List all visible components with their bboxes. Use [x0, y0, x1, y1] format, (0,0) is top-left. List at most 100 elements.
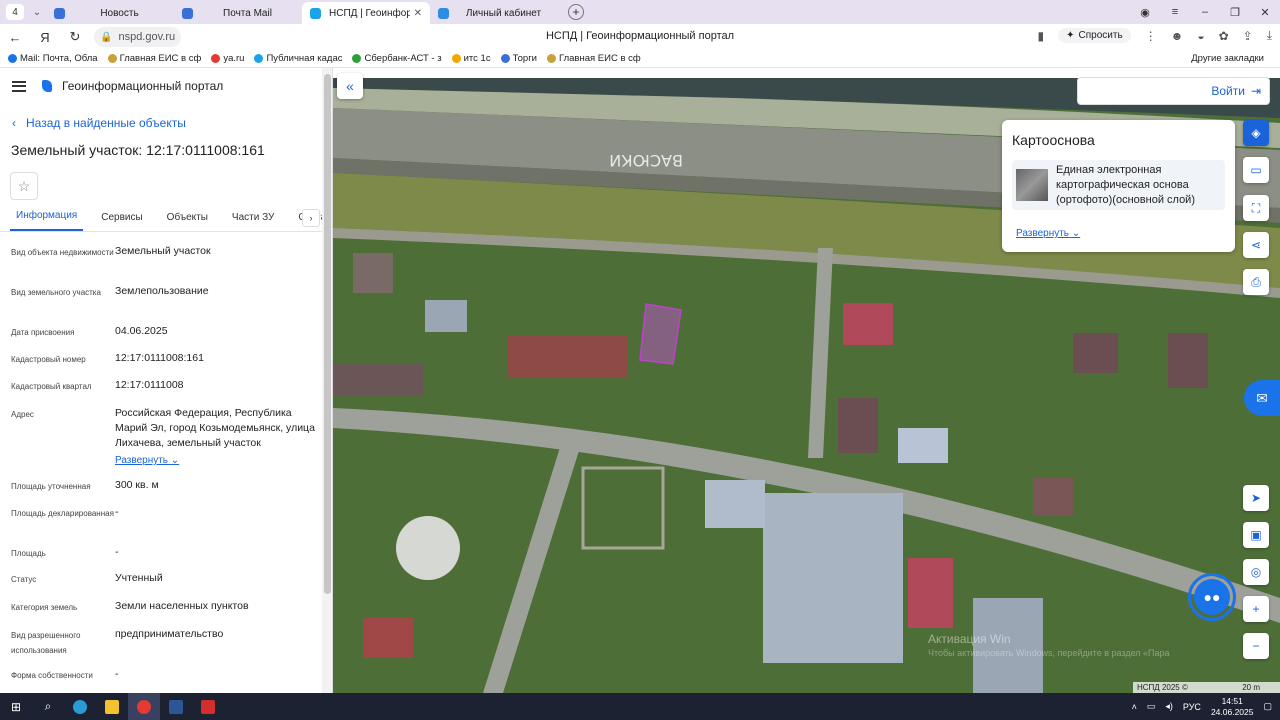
list-item: Форма собственности -	[11, 668, 119, 680]
chevron-down-icon: ⌄	[170, 455, 180, 466]
network-icon[interactable]: ▭	[1147, 701, 1156, 712]
building-red-roof-2	[908, 558, 953, 628]
minimap-button[interactable]: ▣	[1243, 522, 1269, 548]
basemap-card: Картооснова Единая электронная картограф…	[1002, 120, 1235, 252]
tab-objects[interactable]: Объекты	[161, 212, 214, 231]
windows-start-icon[interactable]: ⊞	[0, 693, 32, 720]
bookmark-pkk[interactable]: Публичная кадас	[254, 53, 342, 64]
bookmark-mail[interactable]: Mail: Почта, Обла	[8, 53, 98, 64]
tab-counter[interactable]: 4	[6, 4, 24, 20]
yandex-icon[interactable]: Я	[30, 30, 60, 45]
tab-list-chevron-icon[interactable]: ⌄	[28, 4, 46, 20]
hamburger-menu-icon[interactable]	[12, 80, 26, 92]
zoom-out-button[interactable]: −	[1243, 633, 1269, 659]
reload-icon[interactable]: ↻	[60, 29, 90, 45]
chat-bubble-icon: ✉	[1256, 389, 1268, 406]
bookmark-eis[interactable]: Главная ЕИС в сф	[107, 53, 201, 64]
clock[interactable]: 14:51 24.06.2025	[1211, 696, 1254, 718]
volume-icon[interactable]: ◂)	[1165, 701, 1173, 712]
list-item: Статус Учтенный	[11, 572, 163, 584]
notifications-icon[interactable]: ▢	[1263, 701, 1272, 712]
back-arrow-icon[interactable]: ←	[0, 30, 30, 45]
basemap-layer-item[interactable]: Единая электронная картографическая осно…	[1012, 160, 1225, 210]
edge-icon[interactable]	[64, 693, 96, 720]
bookmark-sberbank[interactable]: Сбербанк-АСТ - з	[352, 53, 442, 64]
tab-close-icon[interactable]: ✕	[414, 8, 422, 19]
minimize-icon[interactable]: –	[1190, 6, 1220, 18]
chevron-down-icon: ⌄	[1071, 228, 1081, 239]
house-roof-4	[1168, 333, 1208, 388]
print-tool-button[interactable]: ⎙	[1243, 269, 1269, 295]
bookmark-torgi[interactable]: Торги	[500, 53, 537, 64]
scrollbar-thumb[interactable]	[324, 74, 331, 594]
extension-icon[interactable]: ☻	[1171, 29, 1184, 43]
layers-tool-button[interactable]: ◈	[1243, 120, 1269, 146]
geolocation-button[interactable]: ◎	[1243, 559, 1269, 585]
minimap-icon: ▣	[1250, 528, 1262, 542]
login-button[interactable]: Войти ⇥	[1077, 77, 1270, 105]
basemap-expand-link[interactable]: Развернуть ⌄	[1016, 228, 1080, 239]
object-info-panel: Геоинформационный портал ‹ Назад в найде…	[0, 68, 333, 693]
file-explorer-icon[interactable]	[96, 693, 128, 720]
panel-header: Геоинформационный портал	[0, 68, 322, 104]
tab-nspd[interactable]: НСПД | Геоинформаци ✕	[302, 2, 430, 24]
more-vertical-icon[interactable]: ⋮	[1145, 29, 1157, 43]
portal-logo-icon	[42, 80, 52, 92]
yandex-browser-icon[interactable]	[128, 693, 160, 720]
share-icon: ⋖	[1250, 238, 1262, 252]
bookmark-eis-icon	[107, 54, 117, 63]
red-court	[363, 618, 413, 658]
search-icon[interactable]: ⌕	[32, 693, 64, 720]
tab-mail[interactable]: Почта Mail	[174, 2, 302, 24]
panel-scrollbar[interactable]	[322, 68, 332, 693]
lock-icon: 🔒	[100, 31, 113, 43]
zoom-in-button[interactable]: +	[1243, 596, 1269, 622]
locate-button[interactable]: ➤	[1243, 485, 1269, 511]
bookmark-its[interactable]: итс 1с	[451, 53, 491, 64]
portal-title: Геоинформационный портал	[62, 79, 224, 93]
bookmark-pkk-icon	[254, 54, 264, 63]
address-expand-link[interactable]: Развернуть ⌄	[115, 453, 315, 468]
support-chat-button[interactable]: ●●	[1188, 573, 1236, 621]
selected-parcel-highlight[interactable]	[639, 303, 682, 365]
list-item: Категория земель Земли населенных пунктов	[11, 600, 249, 612]
tabs-next-chevron-icon[interactable]: ›	[302, 209, 320, 227]
tab-novost[interactable]: Новость	[46, 2, 174, 24]
new-tab-plus-icon[interactable]: +	[568, 4, 584, 20]
tab-cabinet[interactable]: Личный кабинет	[430, 2, 558, 24]
extension-2-icon[interactable]: ◒	[1197, 29, 1204, 43]
other-bookmarks[interactable]: Другие закладки	[1191, 53, 1264, 64]
building-roof-blue	[898, 428, 948, 463]
extension-3-icon[interactable]: ✿	[1219, 29, 1229, 43]
minus-icon: −	[1252, 639, 1260, 653]
collapse-panel-button[interactable]: «	[337, 73, 363, 99]
menu-icon[interactable]: ≡	[1160, 6, 1190, 18]
tab-services[interactable]: Сервисы	[95, 212, 148, 231]
url-field[interactable]: 🔒 nspd.gov.ru	[94, 27, 182, 47]
acrobat-icon[interactable]	[192, 693, 224, 720]
ruler-tool-button[interactable]: ▭	[1243, 157, 1269, 183]
bookmark-ya[interactable]: ya.ru	[211, 53, 244, 64]
list-item: Дата присвоения 04.06.2025	[11, 325, 168, 337]
language-indicator[interactable]: РУС	[1183, 702, 1201, 712]
word-icon[interactable]	[160, 693, 192, 720]
download-icon[interactable]: ⤓	[1267, 28, 1272, 43]
select-area-tool-button[interactable]: ⛶	[1243, 195, 1269, 221]
tab-information[interactable]: Информация	[10, 210, 84, 231]
ask-button[interactable]: ✦ Спросить	[1058, 28, 1131, 43]
profile-icon[interactable]: ◉	[1130, 6, 1160, 19]
close-window-icon[interactable]: ✕	[1250, 6, 1280, 19]
restore-icon[interactable]: ❐	[1220, 6, 1250, 19]
bookmark-eis-2[interactable]: Главная ЕИС в сф	[546, 53, 641, 64]
tab-parts[interactable]: Части ЗУ	[226, 212, 280, 231]
share-tool-button[interactable]: ⋖	[1243, 232, 1269, 258]
favorite-star-icon[interactable]: ☆	[10, 172, 38, 200]
map-attribution: НСПД 2025 © 20 m	[1133, 682, 1280, 693]
window-controls: ◉ ≡ – ❐ ✕	[1130, 0, 1280, 24]
chevron-up-icon[interactable]: ˄	[1132, 702, 1137, 712]
chat-side-button[interactable]: ✉	[1244, 380, 1280, 416]
back-to-results-link[interactable]: ‹ Назад в найденные объекты	[12, 116, 186, 130]
bookmark-icon[interactable]: ▮	[1038, 29, 1045, 43]
share-icon[interactable]: ⇪	[1243, 29, 1253, 43]
bookmark-eis2-icon	[546, 54, 556, 63]
